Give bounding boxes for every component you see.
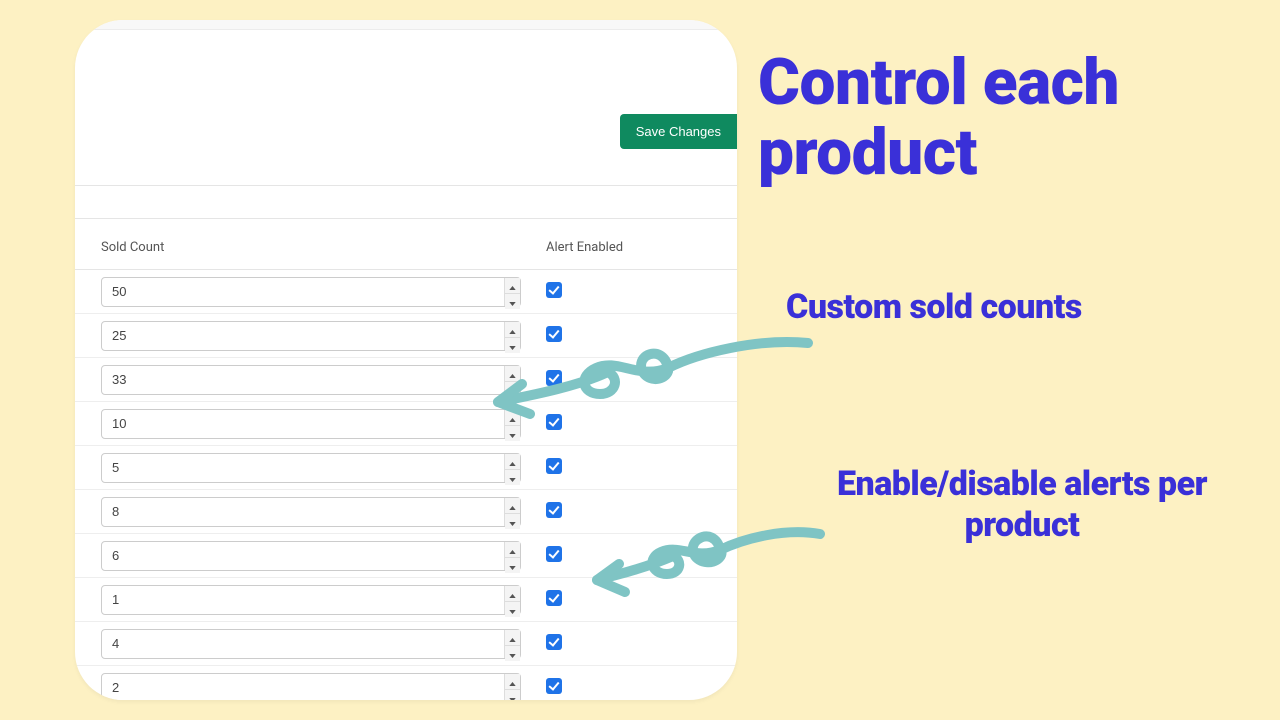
col-sold-count: Sold Count xyxy=(101,240,546,255)
chevron-up-icon xyxy=(509,278,516,293)
chevron-up-icon xyxy=(509,454,516,469)
sold-count-input[interactable] xyxy=(101,321,521,351)
chevron-down-icon xyxy=(509,294,516,309)
quantity-stepper xyxy=(101,409,521,439)
chevron-down-icon xyxy=(509,602,516,617)
quantity-stepper xyxy=(101,277,521,307)
alert-enabled-checkbox[interactable] xyxy=(546,458,562,474)
quantity-stepper xyxy=(101,497,521,527)
panel-top-strip xyxy=(75,20,737,30)
table-row xyxy=(75,622,737,666)
chevron-up-icon xyxy=(509,542,516,557)
table-row xyxy=(75,666,737,700)
sold-count-input[interactable] xyxy=(101,585,521,615)
step-up-button[interactable] xyxy=(505,278,520,294)
save-changes-button[interactable]: Save Changes xyxy=(620,114,737,149)
quantity-stepper xyxy=(101,321,521,351)
cell-sold-count xyxy=(101,541,546,571)
alert-enabled-checkbox[interactable] xyxy=(546,590,562,606)
step-up-button[interactable] xyxy=(505,674,520,690)
cell-sold-count xyxy=(101,277,546,307)
table-header: Sold Count Alert Enabled xyxy=(75,230,737,270)
cell-alert-enabled xyxy=(546,458,711,478)
section-divider xyxy=(75,185,737,219)
step-down-button[interactable] xyxy=(505,558,520,573)
step-up-button[interactable] xyxy=(505,454,520,470)
quantity-stepper xyxy=(101,585,521,615)
table-row xyxy=(75,446,737,490)
step-down-button[interactable] xyxy=(505,690,520,701)
quantity-stepper xyxy=(101,365,521,395)
chevron-up-icon xyxy=(509,586,516,601)
cell-alert-enabled xyxy=(546,502,711,522)
sold-count-input[interactable] xyxy=(101,629,521,659)
quantity-stepper xyxy=(101,541,521,571)
cell-sold-count xyxy=(101,629,546,659)
quantity-stepper xyxy=(101,453,521,483)
stepper-buttons xyxy=(504,542,520,570)
alert-enabled-checkbox[interactable] xyxy=(546,678,562,694)
quantity-stepper xyxy=(101,629,521,659)
sold-count-input[interactable] xyxy=(101,365,521,395)
annotation-enable-disable-alerts: Enable/disable alerts per product xyxy=(782,464,1262,546)
stepper-buttons xyxy=(504,674,520,701)
quantity-stepper xyxy=(101,673,521,701)
sold-count-input[interactable] xyxy=(101,277,521,307)
stepper-buttons xyxy=(504,454,520,482)
step-down-button[interactable] xyxy=(505,602,520,617)
sold-count-input[interactable] xyxy=(101,453,521,483)
step-down-button[interactable] xyxy=(505,514,520,529)
table-row xyxy=(75,270,737,314)
alert-enabled-checkbox[interactable] xyxy=(546,546,562,562)
cell-sold-count xyxy=(101,453,546,483)
sold-count-input[interactable] xyxy=(101,673,521,701)
stepper-buttons xyxy=(504,278,520,306)
annotation-custom-sold-counts: Custom sold counts xyxy=(786,288,1256,327)
cell-sold-count xyxy=(101,673,546,701)
stepper-buttons xyxy=(504,586,520,614)
alert-enabled-checkbox[interactable] xyxy=(546,634,562,650)
annotation-headline: Control each product xyxy=(758,48,1258,189)
arrow-to-sold-count xyxy=(478,328,818,438)
cell-alert-enabled xyxy=(546,678,711,698)
step-up-button[interactable] xyxy=(505,498,520,514)
alert-enabled-checkbox[interactable] xyxy=(546,282,562,298)
alert-enabled-checkbox[interactable] xyxy=(546,502,562,518)
sold-count-input[interactable] xyxy=(101,541,521,571)
step-down-button[interactable] xyxy=(505,470,520,485)
cell-sold-count xyxy=(101,497,546,527)
cell-alert-enabled xyxy=(546,282,711,302)
chevron-down-icon xyxy=(509,690,516,701)
sold-count-input[interactable] xyxy=(101,409,521,439)
step-down-button[interactable] xyxy=(505,646,520,661)
step-up-button[interactable] xyxy=(505,542,520,558)
chevron-down-icon xyxy=(509,514,516,529)
chevron-down-icon xyxy=(509,558,516,573)
step-down-button[interactable] xyxy=(505,294,520,309)
stepper-buttons xyxy=(504,498,520,526)
step-up-button[interactable] xyxy=(505,630,520,646)
chevron-up-icon xyxy=(509,630,516,645)
sold-count-input[interactable] xyxy=(101,497,521,527)
stepper-buttons xyxy=(504,630,520,658)
products-table: Sold Count Alert Enabled xyxy=(75,230,737,700)
arrow-to-alert-enabled xyxy=(585,520,825,610)
chevron-down-icon xyxy=(509,470,516,485)
col-alert-enabled: Alert Enabled xyxy=(546,240,711,255)
chevron-down-icon xyxy=(509,646,516,661)
chevron-up-icon xyxy=(509,674,516,689)
cell-alert-enabled xyxy=(546,634,711,654)
step-up-button[interactable] xyxy=(505,586,520,602)
cell-sold-count xyxy=(101,585,546,615)
chevron-up-icon xyxy=(509,498,516,513)
